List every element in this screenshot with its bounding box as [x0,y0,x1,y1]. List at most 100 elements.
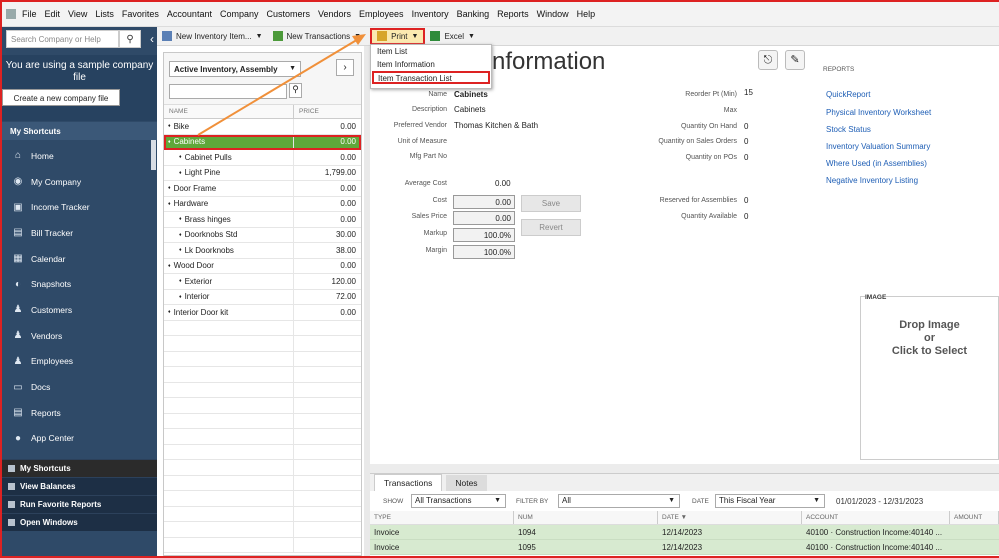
search-icon[interactable]: ⚲ [119,30,141,48]
report-inventory-valuation[interactable]: Inventory Valuation Summary [826,142,930,151]
item-bullet-icon: ♦ [168,185,171,192]
new-transactions-button[interactable]: New Transactions ▼ [268,28,367,45]
report-negative-inventory[interactable]: Negative Inventory Listing [826,176,918,185]
item-row[interactable]: ♦ Wood Door 0.00 [164,258,361,274]
table-row[interactable]: Invoice 1095 12/14/2023 40100 · Construc… [370,540,999,555]
chevron-down-icon: ▼ [411,32,419,40]
shortcut-reports[interactable]: ▤ Reports [2,400,157,426]
shortcut-docs[interactable]: ▭ Docs [2,374,157,400]
app-menu-icon[interactable] [6,9,16,19]
search-icon[interactable]: ⚲ [289,83,302,98]
attach-icon[interactable]: ⎋ [758,50,778,70]
show-select[interactable]: All Transactions ▼ [411,494,506,508]
menu-favorites[interactable]: Favorites [122,9,159,19]
shortcut-app-center[interactable]: ● App Center [2,426,157,452]
table-row[interactable]: Invoice 1094 12/14/2023 40100 · Construc… [370,525,999,540]
date-select[interactable]: This Fiscal Year ▼ [715,494,825,508]
edit-icon[interactable]: ✎ [785,50,805,70]
create-company-button[interactable]: Create a new company file [2,89,120,106]
qpo-label: Quantity on POs [685,154,737,161]
expand-panel-icon[interactable]: › [336,59,354,76]
drop-line-3: Click to Select [891,345,968,357]
image-drop-area[interactable]: IMAGE Drop Image or Click to Select [860,294,999,460]
shortcut-home[interactable]: ⌂ Home [2,143,157,169]
item-row[interactable]: ♦ Light Pine 1,799.00 [164,165,361,181]
shortcut-snapshots[interactable]: ◐ Snapshots [2,271,157,297]
collapse-sidebar-icon[interactable]: ‹ [150,32,154,46]
empty-row [164,367,361,383]
menu-employees[interactable]: Employees [359,9,404,19]
col-type-header[interactable]: TYPE [370,511,514,524]
menu-customers[interactable]: Customers [266,9,310,19]
nav-my-shortcuts[interactable]: My Shortcuts [2,459,157,477]
nav-open-windows[interactable]: Open Windows [2,513,157,531]
shortcut-income-tracker[interactable]: ▣ Income Tracker [2,194,157,220]
col-account-header[interactable]: ACCOUNT [802,511,950,524]
sales-price-field[interactable]: 0.00 [453,211,515,225]
menu-inventory[interactable]: Inventory [412,9,449,19]
menu-reports[interactable]: Reports [497,9,529,19]
empty-cell [164,413,294,428]
reserved-label: Reserved for Assemblies [659,197,737,204]
print-label: Print [391,31,408,41]
item-search-input[interactable] [169,84,287,99]
col-amount-header[interactable]: AMOUNT [950,511,999,524]
shortcut-calendar[interactable]: ▦ Calendar [2,246,157,272]
save-button[interactable]: Save [521,195,581,212]
report-where-used[interactable]: Where Used (in Assemblies) [826,159,927,168]
shortcut-label: Employees [31,356,74,367]
menu-window[interactable]: Window [537,9,569,19]
drop-line-1: Drop Image [899,319,960,331]
filter-select[interactable]: All ▼ [558,494,680,508]
shortcut-vendors[interactable]: ♟ Vendors [2,323,157,349]
col-name-header[interactable]: NAME [164,105,294,118]
menu-view[interactable]: View [68,9,87,19]
sidebar-bottom-nav: My Shortcuts View Balances Run Favorite … [2,459,157,531]
shortcut-my-company[interactable]: ◉ My Company [2,169,157,195]
tab-transactions[interactable]: Transactions [374,474,443,491]
horizontal-splitter[interactable] [370,464,999,473]
menu-lists[interactable]: Lists [95,9,114,19]
col-date-header[interactable]: DATE ▼ [658,511,802,524]
report-quickreport[interactable]: QuickReport [826,90,870,99]
search-input[interactable]: Search Company or Help [6,30,119,48]
report-stock-status[interactable]: Stock Status [826,125,871,134]
balances-icon [8,483,15,490]
item-row[interactable]: ♦ Interior 72.00 [164,289,361,305]
cost-field[interactable]: 0.00 [453,195,515,209]
col-num-header[interactable]: NUM [514,511,658,524]
shortcut-bill-tracker[interactable]: ▤ Bill Tracker [2,220,157,246]
item-row[interactable]: ♦ Interior Door kit 0.00 [164,305,361,321]
tab-notes[interactable]: Notes [446,475,487,491]
empty-row [164,522,361,538]
description-label: Description [411,106,447,113]
report-physical-inventory[interactable]: Physical Inventory Worksheet [826,108,931,117]
print-button[interactable]: Print ▼ [370,27,426,45]
cell-account: 40100 · Construction Income:40140 ... [806,528,943,537]
new-inventory-item-button[interactable]: New Inventory Item... ▼ [157,28,268,45]
name-value: Cabinets [454,90,488,99]
item-name-text: Lk Doorknobs [184,245,234,255]
menu-file[interactable]: File [22,9,37,19]
revert-button[interactable]: Revert [521,219,581,236]
excel-button[interactable]: Excel ▼ [425,28,480,45]
show-label: SHOW [383,498,404,505]
item-row[interactable]: ♦ Exterior 120.00 [164,274,361,290]
shortcut-employees[interactable]: ♟ Employees [2,349,157,375]
item-filter-select[interactable]: Active Inventory, Assembly ▼ [169,61,301,77]
markup-field[interactable]: 100.0% [453,228,515,242]
shortcut-customers[interactable]: ♟ Customers [2,297,157,323]
menu-accountant[interactable]: Accountant [167,9,212,19]
nav-run-favorite-reports[interactable]: Run Favorite Reports [2,495,157,513]
nav-view-balances[interactable]: View Balances [2,477,157,495]
menu-company[interactable]: Company [220,9,259,19]
menu-vendors[interactable]: Vendors [318,9,351,19]
menu-help[interactable]: Help [577,9,596,19]
item-name-text: Hardware [173,199,209,209]
item-name-text: Light Pine [184,168,221,178]
menu-banking[interactable]: Banking [457,9,490,19]
empty-cell [164,475,294,490]
item-price: 0.00 [340,307,356,317]
margin-field[interactable]: 100.0% [453,245,515,259]
menu-edit[interactable]: Edit [45,9,61,19]
